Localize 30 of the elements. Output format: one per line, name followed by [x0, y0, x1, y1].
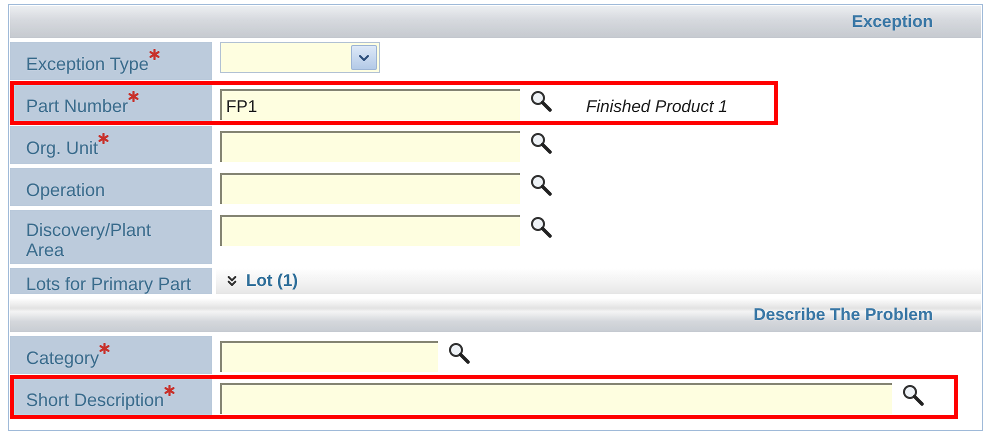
required-asterisk-icon — [148, 49, 160, 60]
field-label: Operation — [26, 180, 106, 200]
search-icon[interactable] — [530, 174, 552, 196]
text-field[interactable] — [220, 173, 520, 204]
field-label: Short Description — [26, 390, 164, 410]
field-label: Lots for Primary Part — [26, 274, 192, 294]
text-field[interactable]: FP1 — [220, 89, 520, 120]
section-title: Exception — [852, 12, 933, 32]
search-icon[interactable] — [530, 216, 552, 238]
search-icon[interactable] — [530, 90, 552, 112]
text-field[interactable] — [220, 383, 892, 414]
field-label: Discovery/Plant Area — [26, 220, 152, 260]
lot-expander-link[interactable]: Lot (1) — [224, 271, 298, 291]
required-asterisk-icon — [164, 385, 176, 396]
field-label: Exception Type — [26, 54, 149, 74]
field-label: Part Number — [26, 96, 128, 116]
search-icon[interactable] — [530, 132, 552, 154]
required-asterisk-icon — [128, 91, 140, 102]
part-description: Finished Product 1 — [586, 97, 728, 117]
field-label: Org. Unit — [26, 138, 98, 158]
search-icon[interactable] — [902, 384, 924, 406]
required-asterisk-icon — [98, 133, 110, 144]
text-field[interactable] — [220, 131, 520, 162]
field-label: Category — [26, 348, 100, 368]
search-icon[interactable] — [448, 342, 470, 364]
dropdown-button[interactable] — [351, 45, 377, 70]
text-field[interactable] — [220, 341, 438, 372]
section-title: Describe The Problem — [753, 305, 933, 325]
required-asterisk-icon — [99, 343, 110, 354]
text-field[interactable] — [220, 215, 520, 246]
